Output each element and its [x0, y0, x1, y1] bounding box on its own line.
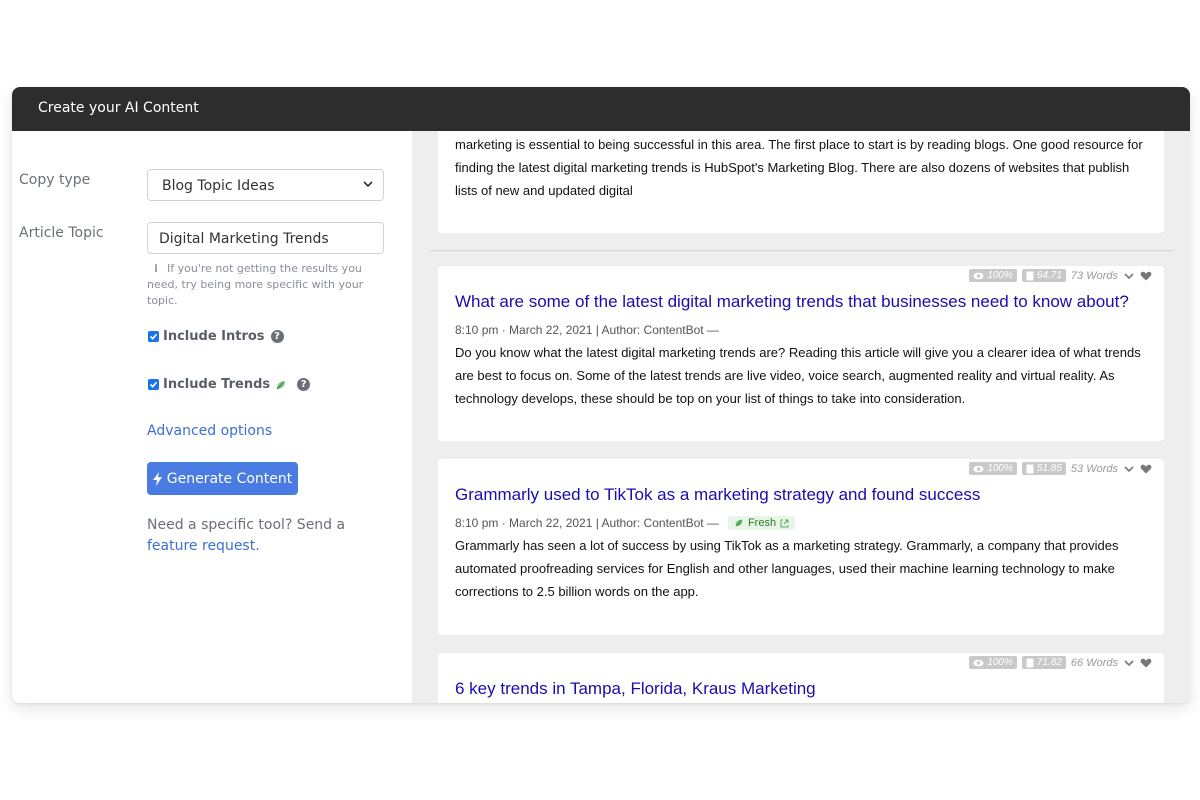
fresh-badge[interactable]: Fresh	[727, 516, 796, 530]
uniqueness-badge: 100%	[969, 462, 1017, 475]
result-byline: 8:10 pm · March 22, 2021 | Author: Conte…	[455, 323, 719, 337]
book-icon	[1026, 464, 1034, 473]
result-card: 100% 64.71 73 Words What are some of the…	[438, 266, 1164, 441]
result-byline: 8:10 pm · March 22, 2021 | Author: Conte…	[455, 516, 719, 530]
article-topic-value: Digital Marketing Trends	[159, 231, 329, 247]
topic-hint-text: If you're not getting the results you ne…	[147, 262, 364, 307]
uniqueness-badge: 100%	[969, 656, 1017, 669]
readability-badge: 71.82	[1021, 656, 1066, 669]
chevron-down-icon[interactable]	[1123, 270, 1135, 282]
result-meta: 100% 71.82 66 Words	[969, 656, 1152, 669]
page-title: Create your AI Content	[38, 100, 199, 116]
include-intros-checkbox[interactable]: Include Intros ?	[148, 329, 284, 344]
external-link-icon	[780, 519, 789, 527]
result-card: 100% 71.82 66 Words 6 key trends in Tamp…	[438, 653, 1164, 703]
result-body: Grammarly has seen a lot of success by u…	[455, 538, 1119, 599]
chevron-down-icon[interactable]	[1123, 463, 1135, 475]
chevron-down-icon[interactable]	[1123, 657, 1135, 669]
result-title[interactable]: What are some of the latest digital mark…	[455, 292, 1129, 312]
readability-value: 64.71	[1036, 270, 1062, 281]
generate-content-label: Generate Content	[166, 470, 293, 487]
readability-badge: 64.71	[1021, 269, 1066, 282]
help-icon[interactable]: ?	[270, 330, 284, 343]
generate-content-button[interactable]: Generate Content	[147, 462, 298, 495]
eye-icon	[973, 465, 984, 472]
word-count: 53 Words	[1070, 462, 1118, 475]
feature-request-note: Need a specific tool? Send a feature req…	[147, 515, 397, 557]
heart-icon[interactable]	[1140, 270, 1152, 282]
result-partial-text: marketing is essential to being successf…	[455, 137, 1143, 198]
book-icon	[1026, 271, 1034, 280]
readability-value: 71.82	[1036, 657, 1062, 668]
uniqueness-value: 100%	[987, 657, 1013, 668]
eye-icon	[973, 272, 984, 279]
heart-icon[interactable]	[1140, 463, 1152, 475]
help-icon[interactable]: ?	[297, 378, 311, 391]
heart-icon[interactable]	[1140, 657, 1152, 669]
result-card-partial: marketing is essential to being successf…	[438, 131, 1164, 233]
result-meta: 100% 64.71 73 Words	[969, 269, 1152, 282]
feature-request-link[interactable]: feature request.	[147, 538, 260, 554]
result-card: 100% 51.85 53 Words Grammarly used to Ti…	[438, 459, 1164, 635]
uniqueness-value: 100%	[987, 463, 1013, 474]
copy-type-label: Copy type	[19, 172, 91, 188]
result-body: Do you know what the latest digital mark…	[455, 345, 1141, 406]
result-title[interactable]: 6 key trends in Tampa, Florida, Kraus Ma…	[455, 679, 816, 699]
result-meta: 100% 51.85 53 Words	[969, 462, 1152, 475]
info-icon: i	[154, 262, 158, 275]
uniqueness-badge: 100%	[969, 269, 1017, 282]
divider	[430, 250, 1174, 251]
result-title[interactable]: Grammarly used to TikTok as a marketing …	[455, 485, 980, 505]
chevron-down-icon	[363, 181, 373, 188]
advanced-options-link[interactable]: Advanced options	[147, 423, 272, 439]
leaf-icon	[276, 380, 286, 389]
feature-request-text: Need a specific tool? Send a	[147, 517, 346, 533]
readability-value: 51.85	[1036, 463, 1062, 474]
result-byline-row: 8:10 pm · March 22, 2021 | Author: Conte…	[455, 516, 796, 530]
book-icon	[1026, 658, 1034, 667]
bolt-icon	[152, 471, 162, 486]
copy-type-value: Blog Topic Ideas	[162, 178, 275, 194]
readability-badge: 51.85	[1021, 462, 1066, 475]
include-trends-checkbox[interactable]: Include Trends ?	[148, 377, 311, 392]
uniqueness-value: 100%	[987, 270, 1013, 281]
include-intros-label: Include Intros	[163, 329, 265, 344]
checkbox-checked-icon	[148, 331, 159, 342]
word-count: 73 Words	[1070, 269, 1118, 282]
word-count: 66 Words	[1070, 656, 1118, 669]
eye-icon	[973, 659, 984, 666]
content-window: Create your AI Content Copy type Blog To…	[12, 87, 1190, 703]
topic-hint: i If you're not getting the results you n…	[147, 261, 392, 309]
fresh-label: Fresh	[747, 517, 777, 529]
header-bar: Create your AI Content	[12, 87, 1190, 131]
article-topic-label: Article Topic	[19, 225, 104, 241]
leaf-icon	[735, 519, 743, 527]
article-topic-input[interactable]: Digital Marketing Trends	[147, 222, 384, 254]
include-trends-label: Include Trends	[163, 377, 271, 392]
copy-type-select[interactable]: Blog Topic Ideas	[147, 169, 384, 201]
results-panel: marketing is essential to being successf…	[412, 131, 1190, 703]
form-panel: Copy type Blog Topic Ideas Article Topic…	[12, 131, 412, 703]
checkbox-checked-icon	[148, 379, 159, 390]
